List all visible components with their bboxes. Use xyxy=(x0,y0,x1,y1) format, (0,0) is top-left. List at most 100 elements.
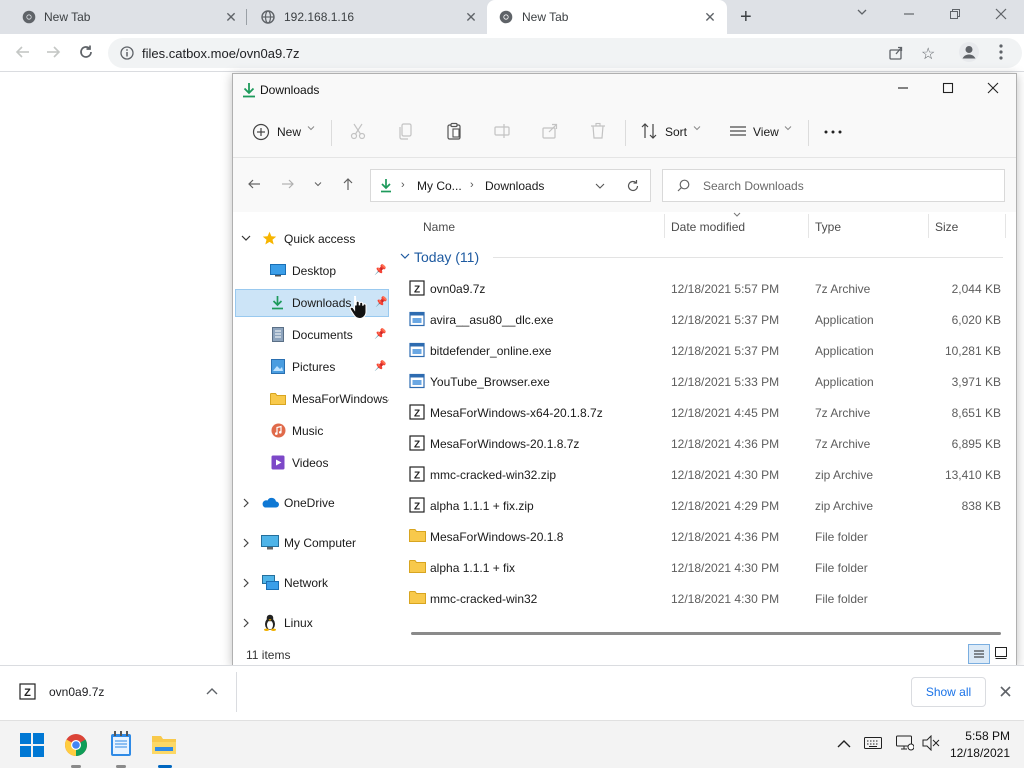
search-box[interactable]: Search Downloads xyxy=(662,169,1005,202)
chevron-down-icon[interactable] xyxy=(241,234,251,242)
info-icon[interactable] xyxy=(120,46,134,60)
paste-icon[interactable] xyxy=(445,122,463,140)
recent-locations-chevron-icon[interactable] xyxy=(314,180,322,188)
minimize-icon[interactable] xyxy=(897,82,909,94)
bookmark-star-icon[interactable]: ☆ xyxy=(921,44,935,64)
profile-avatar-icon[interactable] xyxy=(958,41,980,63)
tab-search-chevron-icon[interactable] xyxy=(856,6,868,18)
notepad-icon[interactable] xyxy=(110,731,132,757)
clock-date[interactable]: 12/18/2021 xyxy=(945,746,1010,760)
chevron-down-icon[interactable] xyxy=(400,253,410,260)
forward-arrow-icon[interactable] xyxy=(44,43,62,61)
breadcrumb-my-computer[interactable]: My Co... xyxy=(417,179,462,193)
address-bar[interactable]: files.catbox.moe/ovn0a9.7z ☆ xyxy=(108,38,1022,68)
table-row[interactable]: MesaForWindows-20.1.8 12/18/2021 4:36 PM F… xyxy=(401,522,1007,553)
chevron-right-icon[interactable] xyxy=(243,538,249,548)
close-tab-icon[interactable]: ✕ xyxy=(702,9,718,25)
close-window-icon[interactable] xyxy=(995,8,1007,20)
chevron-down-icon[interactable] xyxy=(307,124,315,132)
volume-muted-icon[interactable] xyxy=(922,735,940,751)
nav-my-computer[interactable]: My Computer xyxy=(233,529,387,557)
column-divider[interactable] xyxy=(1005,214,1006,238)
nav-quick-access[interactable]: Quick access xyxy=(233,225,387,253)
forward-arrow-icon[interactable] xyxy=(281,177,295,191)
keyboard-icon[interactable] xyxy=(864,737,882,749)
back-arrow-icon[interactable] xyxy=(14,43,32,61)
table-row[interactable]: bitdefender_online.exe 12/18/2021 5:37 PM… xyxy=(401,336,1007,367)
chevron-right-icon[interactable] xyxy=(243,578,249,588)
table-row[interactable]: Zalpha 1.1.1 + fix.zip 12/18/2021 4:29 PM… xyxy=(401,491,1007,522)
column-divider[interactable] xyxy=(808,214,809,238)
nav-item-pictures[interactable]: Pictures 📌 xyxy=(233,353,387,381)
new-plus-icon[interactable] xyxy=(252,123,270,141)
new-button[interactable]: New xyxy=(277,125,301,139)
nav-item-desktop[interactable]: Desktop 📌 xyxy=(233,257,387,285)
network-tray-icon[interactable] xyxy=(896,735,914,751)
details-view-icon[interactable] xyxy=(968,644,990,664)
view-button[interactable]: View xyxy=(753,125,779,139)
back-arrow-icon[interactable] xyxy=(247,177,261,191)
column-header-size[interactable]: Size xyxy=(935,220,958,234)
refresh-icon[interactable] xyxy=(626,179,640,193)
restore-icon[interactable] xyxy=(949,8,961,20)
group-header-today[interactable]: Today (11) xyxy=(393,244,1013,270)
chevron-down-icon[interactable] xyxy=(693,124,701,132)
close-tab-icon[interactable]: ✕ xyxy=(223,9,239,25)
maximize-icon[interactable] xyxy=(942,82,954,94)
up-arrow-icon[interactable] xyxy=(341,177,355,191)
table-row[interactable]: Z MesaForWindows-x64-20.1.8.7z 12/18/2021 … xyxy=(401,398,1007,429)
column-header-type[interactable]: Type xyxy=(815,220,841,234)
table-row[interactable]: avira__asu80__dlc.exe 12/18/2021 5:37 PM A… xyxy=(401,305,1007,336)
chrome-menu-icon[interactable] xyxy=(999,44,1003,60)
table-row[interactable]: alpha 1.1.1 + fix 12/18/2021 4:30 PM File … xyxy=(401,553,1007,584)
chevron-right-icon[interactable] xyxy=(243,618,249,628)
cut-icon[interactable] xyxy=(349,122,367,140)
share-icon[interactable] xyxy=(541,122,559,140)
show-all-button[interactable]: Show all xyxy=(911,677,986,707)
view-icon[interactable] xyxy=(729,122,747,140)
chrome-taskbar-icon[interactable] xyxy=(64,733,88,757)
file-explorer-taskbar-icon[interactable] xyxy=(151,733,177,755)
table-row[interactable]: Zovn0a9.7z 12/18/2021 5:57 PM 7z Archive 2,… xyxy=(401,274,1007,305)
tab-new-tab-active[interactable]: New Tab ✕ xyxy=(487,0,727,34)
table-row[interactable]: mmc-cracked-win32 12/18/2021 4:30 PM File … xyxy=(401,584,1007,615)
table-row[interactable]: Zmmc-cracked-win32.zip 12/18/2021 4:30 PM… xyxy=(401,460,1007,491)
clock-time[interactable]: 5:58 PM xyxy=(960,729,1010,743)
nav-onedrive[interactable]: OneDrive xyxy=(233,489,387,517)
address-breadcrumb-bar[interactable]: › My Co... › Downloads xyxy=(370,169,651,202)
tab-192-168-1-16[interactable]: 192.168.1.16 ✕ xyxy=(247,0,487,34)
sort-icon[interactable] xyxy=(640,122,658,140)
close-tab-icon[interactable]: ✕ xyxy=(463,9,479,25)
nav-item-music[interactable]: Music xyxy=(233,417,387,445)
column-divider[interactable] xyxy=(928,214,929,238)
address-dropdown-chevron-icon[interactable] xyxy=(595,182,605,190)
column-header-date-modified[interactable]: Date modified xyxy=(671,220,745,234)
column-divider[interactable] xyxy=(664,214,665,238)
breadcrumb-downloads[interactable]: Downloads xyxy=(485,179,544,193)
tiles-view-icon[interactable] xyxy=(994,646,1008,660)
nav-item-documents[interactable]: Documents 📌 xyxy=(233,321,387,349)
sort-button[interactable]: Sort xyxy=(665,125,687,139)
delete-icon[interactable] xyxy=(589,122,607,140)
reload-icon[interactable] xyxy=(77,43,95,61)
download-item[interactable]: Z ovn0a9.7z xyxy=(0,666,236,720)
chevron-up-icon[interactable] xyxy=(206,687,218,695)
chevron-up-icon[interactable] xyxy=(837,739,851,748)
share-icon[interactable] xyxy=(888,45,904,61)
minimize-icon[interactable] xyxy=(903,8,915,20)
nav-network[interactable]: Network xyxy=(233,569,387,597)
close-window-icon[interactable] xyxy=(987,82,999,94)
copy-icon[interactable] xyxy=(397,122,415,140)
close-shelf-icon[interactable] xyxy=(1000,686,1011,697)
nav-item-videos[interactable]: Videos xyxy=(233,449,387,477)
chevron-down-icon[interactable] xyxy=(784,124,792,132)
more-options-icon[interactable] xyxy=(824,130,842,134)
nav-linux[interactable]: Linux xyxy=(233,609,387,637)
table-row[interactable]: YouTube_Browser.exe 12/18/2021 5:33 PM App… xyxy=(401,367,1007,398)
nav-item-mesaforwindows[interactable]: MesaForWindows- xyxy=(233,385,389,413)
rename-icon[interactable] xyxy=(493,122,511,140)
horizontal-scrollbar[interactable] xyxy=(411,632,1001,635)
new-tab-plus-icon[interactable]: + xyxy=(740,6,752,29)
table-row[interactable]: Z MesaForWindows-20.1.8.7z 12/18/2021 4:36… xyxy=(401,429,1007,460)
column-header-name[interactable]: Name xyxy=(423,220,455,234)
